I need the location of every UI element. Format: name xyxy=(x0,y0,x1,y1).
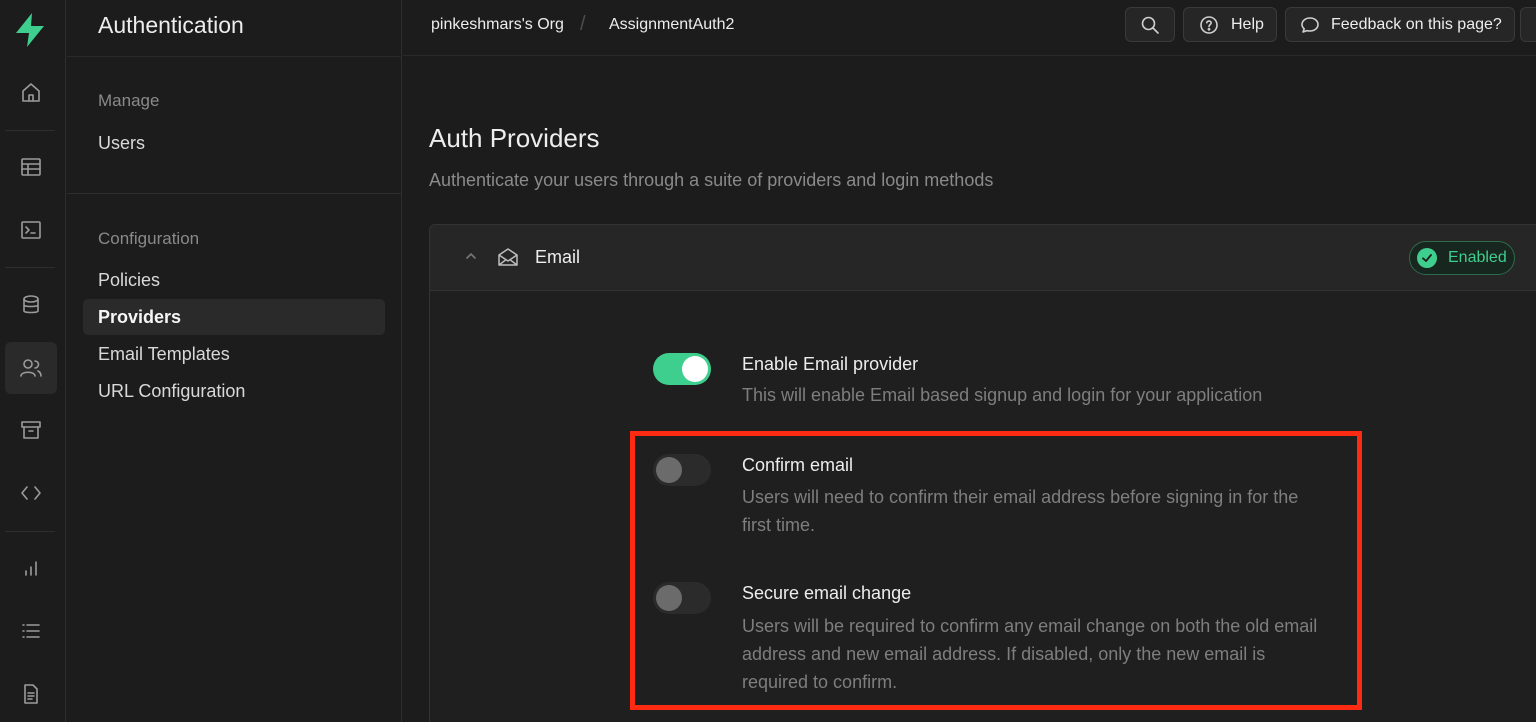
more-button[interactable] xyxy=(1520,7,1536,42)
breadcrumb-separator: / xyxy=(580,13,586,35)
storage-icon[interactable] xyxy=(5,404,57,456)
chat-bubble-icon xyxy=(1301,16,1319,33)
database-icon[interactable] xyxy=(5,279,57,331)
sidebar-heading-configuration: Configuration xyxy=(98,229,200,248)
sidebar-item-email-templates[interactable]: Email Templates xyxy=(83,336,385,372)
home-icon[interactable] xyxy=(5,67,57,119)
check-icon xyxy=(1417,248,1437,268)
help-label: Help xyxy=(1231,15,1264,33)
help-icon xyxy=(1200,15,1218,34)
feedback-label: Feedback on this page? xyxy=(1331,15,1502,33)
highlight-annotation-box xyxy=(630,431,1362,710)
setting-title: Enable Email provider xyxy=(742,354,919,374)
status-badge-label: Enabled xyxy=(1448,249,1507,266)
chevron-up-icon[interactable] xyxy=(464,249,478,263)
help-button[interactable]: Help xyxy=(1183,7,1277,42)
feedback-button[interactable]: Feedback on this page? xyxy=(1285,7,1515,42)
sidebar-heading-manage: Manage xyxy=(98,91,160,110)
breadcrumb-org[interactable]: pinkeshmars's Org xyxy=(431,16,564,34)
sidebar-item-url-configuration[interactable]: URL Configuration xyxy=(83,373,385,409)
logs-icon[interactable] xyxy=(5,605,57,657)
section-title: Authentication xyxy=(98,12,244,38)
enable-email-provider-toggle[interactable] xyxy=(653,353,711,385)
auth-sidebar: Authentication Manage Users Configuratio… xyxy=(67,0,402,722)
api-icon[interactable] xyxy=(5,467,57,519)
sidebar-item-providers[interactable]: Providers xyxy=(83,299,385,335)
auth-users-icon[interactable] xyxy=(5,342,57,394)
table-editor-icon[interactable] xyxy=(5,141,57,193)
icon-rail xyxy=(0,0,66,722)
envelope-open-icon xyxy=(498,248,518,266)
email-provider-header[interactable]: Email Enabled xyxy=(430,225,1536,291)
search-icon xyxy=(1141,16,1159,34)
top-header: pinkeshmars's Org / AssignmentAuth2 Help… xyxy=(403,0,1536,56)
status-badge: Enabled xyxy=(1409,241,1515,275)
sidebar-item-users[interactable]: Users xyxy=(83,125,385,161)
page-subtitle: Authenticate your users through a suite … xyxy=(429,170,994,190)
docs-icon[interactable] xyxy=(5,668,57,720)
sidebar-item-policies[interactable]: Policies xyxy=(83,262,385,298)
setting-description: This will enable Email based signup and … xyxy=(742,385,1263,405)
page-title: Auth Providers xyxy=(429,123,600,153)
supabase-logo-icon[interactable] xyxy=(13,12,47,48)
provider-name: Email xyxy=(535,247,581,267)
reports-icon[interactable] xyxy=(5,542,57,594)
search-button[interactable] xyxy=(1125,7,1175,42)
breadcrumb-project[interactable]: AssignmentAuth2 xyxy=(609,16,734,34)
sql-editor-icon[interactable] xyxy=(5,204,57,256)
